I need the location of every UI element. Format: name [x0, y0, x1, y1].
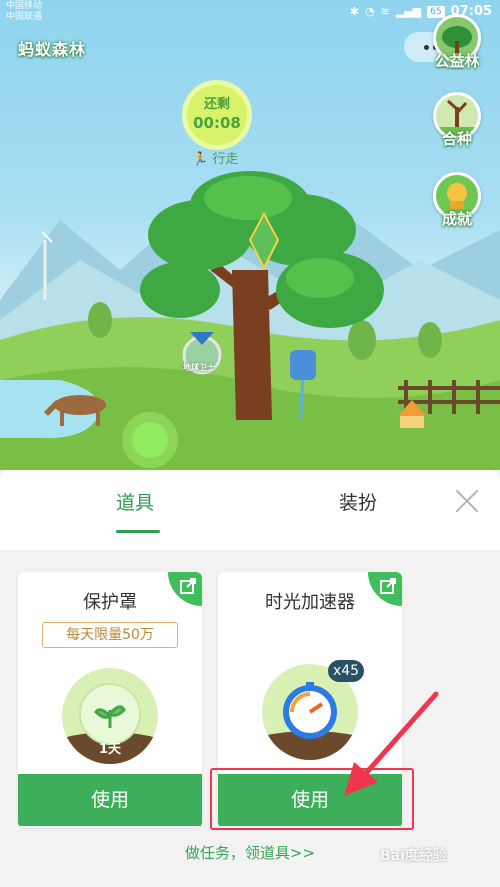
daily-limit-badge: 每天限量50万 [42, 622, 178, 648]
carrier-2: 中国联通 [6, 12, 43, 22]
energy-timer[interactable]: 还剩 00:08 [182, 80, 252, 150]
signal-icon: ▂▄▆ [395, 5, 422, 18]
card-title: 保护罩 [83, 592, 137, 613]
app-title: 蚂蚁森林 [18, 40, 87, 59]
achievement-label: 成就 [441, 210, 472, 228]
timer-label: 还剩 [203, 97, 230, 112]
dots-icon [423, 44, 429, 50]
public-forest-button[interactable]: 公益林 [432, 14, 482, 71]
close-icon[interactable] [452, 486, 482, 516]
tab-active-indicator [116, 530, 160, 533]
sheet-tabs: 道具 装扮 [0, 470, 500, 550]
carrier-names: 中国移动 中国联通 [6, 1, 42, 23]
achievement-button[interactable]: 成就 [432, 172, 482, 229]
forest-background [0, 171, 500, 470]
forest-scene: 中国移动 中国联通 ✱ ◔ ≋ ▂▄▆ 65 07:05 蚂蚁森林 公益林 合种… [0, 0, 500, 470]
public-forest-label: 公益林 [434, 52, 480, 70]
wifi-icon: ≋ [380, 5, 390, 18]
walking-icon: 🏃 [192, 152, 209, 167]
alarm-icon: ◔ [364, 5, 375, 18]
carrier-1: 中国移动 [6, 1, 43, 11]
timer-value: 00:08 [193, 114, 241, 132]
card-title: 时光加速器 [265, 592, 355, 613]
shield-icon: 1天 [62, 668, 158, 764]
annotation-arrow [344, 691, 439, 796]
bluetooth-icon: ✱ [349, 5, 359, 18]
status-bar: 中国移动 中国联通 ✱ ◔ ≋ ▂▄▆ 65 07:05 [0, 0, 500, 26]
medal-label: 地球卫士 [183, 363, 215, 372]
watermark: Bai度经验 [380, 848, 447, 864]
walk-label: 行走 [212, 152, 239, 167]
co-plant-button[interactable]: 合种 [432, 92, 482, 149]
duration-label: 1天 [98, 742, 122, 757]
accelerator-count-badge: x45 [328, 660, 364, 682]
use-shield-button[interactable]: 使用 [18, 774, 202, 826]
prop-card-shield[interactable]: 保护罩 每天限量50万 1天 使用 [18, 572, 202, 828]
walk-energy: 🏃 行走 [192, 148, 238, 167]
co-plant-label: 合种 [441, 130, 472, 148]
tab-tools[interactable]: 道具 [116, 488, 154, 515]
tab-dress-up[interactable]: 装扮 [339, 488, 377, 515]
